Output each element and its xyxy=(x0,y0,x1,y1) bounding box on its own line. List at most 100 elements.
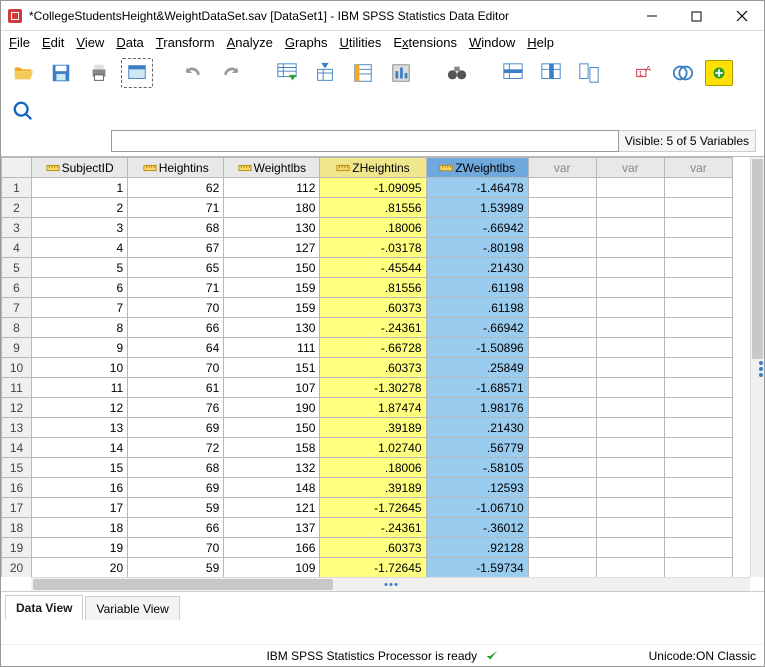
cell[interactable]: 14 xyxy=(32,438,128,458)
cell-empty[interactable] xyxy=(528,358,596,378)
row-header[interactable]: 12 xyxy=(2,398,32,418)
grid-scroll-area[interactable]: SubjectIDHeightinsWeightlbsZHeightinsZWe… xyxy=(1,157,750,577)
cell-empty[interactable] xyxy=(528,438,596,458)
row-header[interactable]: 8 xyxy=(2,318,32,338)
cell-empty[interactable] xyxy=(664,558,732,578)
cell[interactable]: 13 xyxy=(32,418,128,438)
cell-empty[interactable] xyxy=(528,478,596,498)
cell-empty[interactable] xyxy=(664,478,732,498)
cell[interactable]: -.03178 xyxy=(320,238,426,258)
cell-empty[interactable] xyxy=(528,238,596,258)
cell-empty[interactable] xyxy=(596,558,664,578)
cell[interactable]: 180 xyxy=(224,198,320,218)
cell[interactable]: -1.46478 xyxy=(426,178,528,198)
cell[interactable]: 76 xyxy=(128,398,224,418)
cell[interactable]: 1.98176 xyxy=(426,398,528,418)
cell-empty[interactable] xyxy=(596,498,664,518)
cell[interactable]: 71 xyxy=(128,278,224,298)
print-button[interactable] xyxy=(83,58,115,88)
row-header[interactable]: 6 xyxy=(2,278,32,298)
cell-empty[interactable] xyxy=(596,358,664,378)
cell[interactable]: 16 xyxy=(32,478,128,498)
menu-view[interactable]: View xyxy=(76,35,104,50)
cell[interactable]: -.36012 xyxy=(426,518,528,538)
cell-empty[interactable] xyxy=(528,378,596,398)
row-header[interactable]: 10 xyxy=(2,358,32,378)
cell-empty[interactable] xyxy=(528,178,596,198)
cell-empty[interactable] xyxy=(664,338,732,358)
row-header[interactable]: 15 xyxy=(2,458,32,478)
cell[interactable]: -1.68571 xyxy=(426,378,528,398)
cell[interactable]: -1.06710 xyxy=(426,498,528,518)
row-header[interactable]: 17 xyxy=(2,498,32,518)
menu-help[interactable]: Help xyxy=(527,35,554,50)
cell[interactable]: 18 xyxy=(32,518,128,538)
cell[interactable]: 159 xyxy=(224,298,320,318)
cell[interactable]: 11 xyxy=(32,378,128,398)
cell[interactable]: 68 xyxy=(128,458,224,478)
cell[interactable]: 107 xyxy=(224,378,320,398)
cell-empty[interactable] xyxy=(664,498,732,518)
goto-variable-button[interactable] xyxy=(309,58,341,88)
cell[interactable]: .81556 xyxy=(320,198,426,218)
cell-empty[interactable] xyxy=(596,178,664,198)
cell[interactable]: 148 xyxy=(224,478,320,498)
cell[interactable]: -1.72645 xyxy=(320,498,426,518)
cell[interactable]: 1.87474 xyxy=(320,398,426,418)
tab-variable-view[interactable]: Variable View xyxy=(85,596,179,620)
cell-empty[interactable] xyxy=(528,298,596,318)
cell-empty[interactable] xyxy=(664,298,732,318)
cell-empty[interactable] xyxy=(596,318,664,338)
open-button[interactable] xyxy=(7,58,39,88)
column-header-empty[interactable]: var xyxy=(596,158,664,178)
menu-graphs[interactable]: Graphs xyxy=(285,35,328,50)
cell-empty[interactable] xyxy=(528,518,596,538)
cell[interactable]: 159 xyxy=(224,278,320,298)
cell[interactable]: 150 xyxy=(224,258,320,278)
column-header-weightlbs[interactable]: Weightlbs xyxy=(224,158,320,178)
cell[interactable]: .81556 xyxy=(320,278,426,298)
cell[interactable]: .60373 xyxy=(320,358,426,378)
menu-edit[interactable]: Edit xyxy=(42,35,64,50)
cell-empty[interactable] xyxy=(528,498,596,518)
cell[interactable]: .61198 xyxy=(426,278,528,298)
cell-empty[interactable] xyxy=(664,178,732,198)
column-header-empty[interactable]: var xyxy=(664,158,732,178)
cell[interactable]: 59 xyxy=(128,558,224,578)
cell-empty[interactable] xyxy=(528,458,596,478)
row-header[interactable]: 19 xyxy=(2,538,32,558)
cell-empty[interactable] xyxy=(664,378,732,398)
row-header[interactable]: 5 xyxy=(2,258,32,278)
cell-empty[interactable] xyxy=(528,218,596,238)
cell-empty[interactable] xyxy=(528,198,596,218)
cell-empty[interactable] xyxy=(528,398,596,418)
cell-empty[interactable] xyxy=(528,278,596,298)
cell-empty[interactable] xyxy=(528,318,596,338)
menu-extensions[interactable]: Extensions xyxy=(393,35,457,50)
cell[interactable]: 190 xyxy=(224,398,320,418)
cell[interactable]: .18006 xyxy=(320,218,426,238)
cell-empty[interactable] xyxy=(664,418,732,438)
cell[interactable]: 127 xyxy=(224,238,320,258)
row-header[interactable]: 11 xyxy=(2,378,32,398)
cell[interactable]: 130 xyxy=(224,318,320,338)
cell[interactable]: 17 xyxy=(32,498,128,518)
redo-button[interactable] xyxy=(215,58,247,88)
cell-empty[interactable] xyxy=(596,418,664,438)
cell[interactable]: -.45544 xyxy=(320,258,426,278)
cell-empty[interactable] xyxy=(664,238,732,258)
cell[interactable]: -1.09095 xyxy=(320,178,426,198)
cell-empty[interactable] xyxy=(664,438,732,458)
menu-analyze[interactable]: Analyze xyxy=(227,35,273,50)
cell-empty[interactable] xyxy=(528,338,596,358)
cell[interactable]: 69 xyxy=(128,478,224,498)
cell-empty[interactable] xyxy=(664,218,732,238)
cell-empty[interactable] xyxy=(664,538,732,558)
insert-variable-button[interactable] xyxy=(535,58,567,88)
cell-empty[interactable] xyxy=(528,558,596,578)
cell[interactable]: -1.59734 xyxy=(426,558,528,578)
cell[interactable]: 121 xyxy=(224,498,320,518)
cell-editor-input[interactable] xyxy=(111,130,619,152)
cell[interactable]: 61 xyxy=(128,378,224,398)
row-header[interactable]: 14 xyxy=(2,438,32,458)
